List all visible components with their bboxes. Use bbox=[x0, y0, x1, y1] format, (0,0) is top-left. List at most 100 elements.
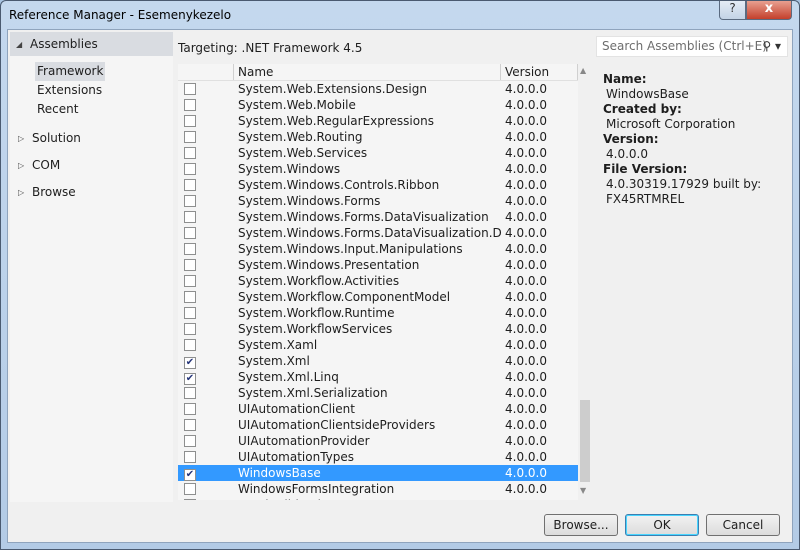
cancel-button[interactable]: Cancel bbox=[706, 514, 780, 536]
nav-com[interactable]: ▷ COM bbox=[10, 152, 173, 179]
browse-button[interactable]: Browse... bbox=[544, 514, 618, 536]
assembly-name: System.Workflow.Activities bbox=[238, 274, 400, 288]
table-row[interactable]: ✔ WindowsBase 4.0.0.0 bbox=[178, 465, 592, 481]
assembly-name: System.Windows.Presentation bbox=[238, 258, 420, 272]
checkbox[interactable] bbox=[184, 339, 196, 351]
checkbox[interactable] bbox=[184, 307, 196, 319]
checkbox[interactable]: ✔ bbox=[184, 373, 196, 385]
table-row[interactable]: UIAutomationClient 4.0.0.0 bbox=[178, 401, 592, 417]
close-button[interactable]: x bbox=[746, 1, 792, 20]
checkbox[interactable] bbox=[184, 259, 196, 271]
table-row[interactable]: System.Workflow.ComponentModel 4.0.0.0 bbox=[178, 289, 592, 305]
assembly-version: 4.0.0.0 bbox=[505, 322, 547, 336]
search-icon[interactable]: ⚲ ▾ bbox=[762, 37, 781, 56]
checkbox[interactable] bbox=[184, 195, 196, 207]
collapsed-triangle-icon: ▷ bbox=[18, 188, 25, 197]
checkbox[interactable]: ✔ bbox=[184, 357, 196, 369]
list-scrollbar[interactable]: ▲ ▼ bbox=[578, 64, 592, 500]
table-row[interactable]: System.Windows.Forms 4.0.0.0 bbox=[178, 193, 592, 209]
checkbox[interactable] bbox=[184, 275, 196, 287]
assembly-version: 4.0.0.0 bbox=[505, 482, 547, 496]
checkbox[interactable] bbox=[184, 419, 196, 431]
detail-version-label: Version: bbox=[603, 132, 659, 146]
ok-button[interactable]: OK bbox=[625, 514, 699, 536]
nav-extensions[interactable]: Extensions bbox=[35, 81, 104, 100]
nav-recent[interactable]: Recent bbox=[35, 100, 80, 119]
search-input[interactable]: Search Assemblies (Ctrl+E) ⚲ ▾ bbox=[596, 36, 788, 57]
assembly-name: XamlBuildTask bbox=[234, 497, 501, 500]
checkbox[interactable] bbox=[184, 179, 196, 191]
table-row[interactable]: UIAutomationTypes 4.0.0.0 bbox=[178, 449, 592, 465]
assembly-name: System.Windows.Forms bbox=[238, 194, 381, 208]
checkbox[interactable] bbox=[184, 499, 196, 500]
checkbox[interactable] bbox=[184, 243, 196, 255]
header-name[interactable]: Name bbox=[234, 64, 501, 80]
assembly-version: 4.0.0.0 bbox=[505, 338, 547, 352]
table-row[interactable]: System.Windows.Presentation 4.0.0.0 bbox=[178, 257, 592, 273]
assembly-version: 4.0.0.0 bbox=[505, 466, 547, 480]
checkbox[interactable] bbox=[184, 83, 196, 95]
assembly-name: WindowsFormsIntegration bbox=[238, 482, 395, 496]
assembly-version: 4.0.0.0 bbox=[505, 178, 547, 192]
table-row[interactable]: System.Windows.Input.Manipulations 4.0.0.… bbox=[178, 241, 592, 257]
scroll-up-icon[interactable]: ▲ bbox=[580, 66, 586, 75]
nav-solution[interactable]: ▷ Solution bbox=[10, 125, 173, 152]
assembly-version: 4.0.0.0 bbox=[505, 98, 547, 112]
table-row[interactable]: System.Xaml 4.0.0.0 bbox=[178, 337, 592, 353]
table-row[interactable]: System.Web.RegularExpressions 4.0.0.0 bbox=[178, 113, 592, 129]
assembly-version: 4.0.0.0 bbox=[505, 290, 547, 304]
checkbox[interactable] bbox=[184, 163, 196, 175]
table-row[interactable]: System.Workflow.Runtime 4.0.0.0 bbox=[178, 305, 592, 321]
checkbox[interactable] bbox=[184, 483, 196, 495]
table-row[interactable]: System.Xml.Serialization 4.0.0.0 bbox=[178, 385, 592, 401]
assembly-name: System.Web.Routing bbox=[238, 130, 363, 144]
header-version[interactable]: Version bbox=[501, 64, 578, 80]
table-row[interactable]: System.Web.Mobile 4.0.0.0 bbox=[178, 97, 592, 113]
assembly-version: 4.0.0.0 bbox=[505, 146, 547, 160]
scroll-down-icon[interactable]: ▼ bbox=[580, 486, 586, 495]
table-row[interactable]: System.Web.Extensions.Design 4.0.0.0 bbox=[178, 81, 592, 97]
header-check[interactable] bbox=[178, 64, 234, 80]
table-row[interactable]: System.Web.Services 4.0.0.0 bbox=[178, 145, 592, 161]
table-row[interactable]: System.WorkflowServices 4.0.0.0 bbox=[178, 321, 592, 337]
table-row[interactable]: XamlBuildTask4.0.0.0 bbox=[178, 497, 592, 500]
checkbox[interactable] bbox=[184, 451, 196, 463]
assembly-version: 4.0.0.0 bbox=[505, 258, 547, 272]
checkbox[interactable] bbox=[184, 147, 196, 159]
checkbox[interactable] bbox=[184, 115, 196, 127]
checkbox[interactable] bbox=[184, 131, 196, 143]
table-row[interactable]: UIAutomationProvider 4.0.0.0 bbox=[178, 433, 592, 449]
table-row[interactable]: System.Web.Routing 4.0.0.0 bbox=[178, 129, 592, 145]
assembly-version: 4.0.0.0 bbox=[505, 354, 547, 368]
checkbox[interactable]: ✔ bbox=[184, 469, 196, 481]
checkbox[interactable] bbox=[184, 435, 196, 447]
checkbox[interactable] bbox=[184, 387, 196, 399]
checkbox[interactable] bbox=[184, 227, 196, 239]
assembly-name: System.Windows.Forms.DataVisualization bbox=[238, 210, 489, 224]
assembly-name: System.Xml bbox=[238, 354, 310, 368]
table-row[interactable]: ✔ System.Xml 4.0.0.0 bbox=[178, 353, 592, 369]
nav-assemblies[interactable]: ◢ Assemblies bbox=[10, 32, 173, 56]
detail-file-version: 4.0.30319.17929 built by: bbox=[606, 177, 762, 191]
assembly-name: UIAutomationClientsideProviders bbox=[238, 418, 436, 432]
table-row[interactable]: ✔ System.Xml.Linq 4.0.0.0 bbox=[178, 369, 592, 385]
nav-pane: ◢ Assemblies Framework Extensions Recent … bbox=[10, 32, 173, 502]
table-row[interactable]: System.Windows.Forms.DataVisualization.D… bbox=[178, 225, 592, 241]
table-row[interactable]: UIAutomationClientsideProviders 4.0.0.0 bbox=[178, 417, 592, 433]
checkbox[interactable] bbox=[184, 99, 196, 111]
checkbox[interactable] bbox=[184, 403, 196, 415]
dialog-client: ◢ Assemblies Framework Extensions Recent … bbox=[7, 29, 793, 543]
table-row[interactable]: System.Windows 4.0.0.0 bbox=[178, 161, 592, 177]
help-button[interactable]: ? bbox=[719, 1, 746, 20]
table-row[interactable]: System.Windows.Forms.DataVisualization 4.… bbox=[178, 209, 592, 225]
table-row[interactable]: System.Windows.Controls.Ribbon 4.0.0.0 bbox=[178, 177, 592, 193]
scroll-thumb[interactable] bbox=[580, 400, 590, 482]
assembly-version: 4.0.0.0 bbox=[505, 130, 547, 144]
nav-framework[interactable]: Framework bbox=[35, 62, 106, 81]
checkbox[interactable] bbox=[184, 323, 196, 335]
table-row[interactable]: System.Workflow.Activities 4.0.0.0 bbox=[178, 273, 592, 289]
checkbox[interactable] bbox=[184, 291, 196, 303]
nav-browse[interactable]: ▷ Browse bbox=[10, 179, 173, 206]
table-row[interactable]: WindowsFormsIntegration 4.0.0.0 bbox=[178, 481, 592, 497]
checkbox[interactable] bbox=[184, 211, 196, 223]
